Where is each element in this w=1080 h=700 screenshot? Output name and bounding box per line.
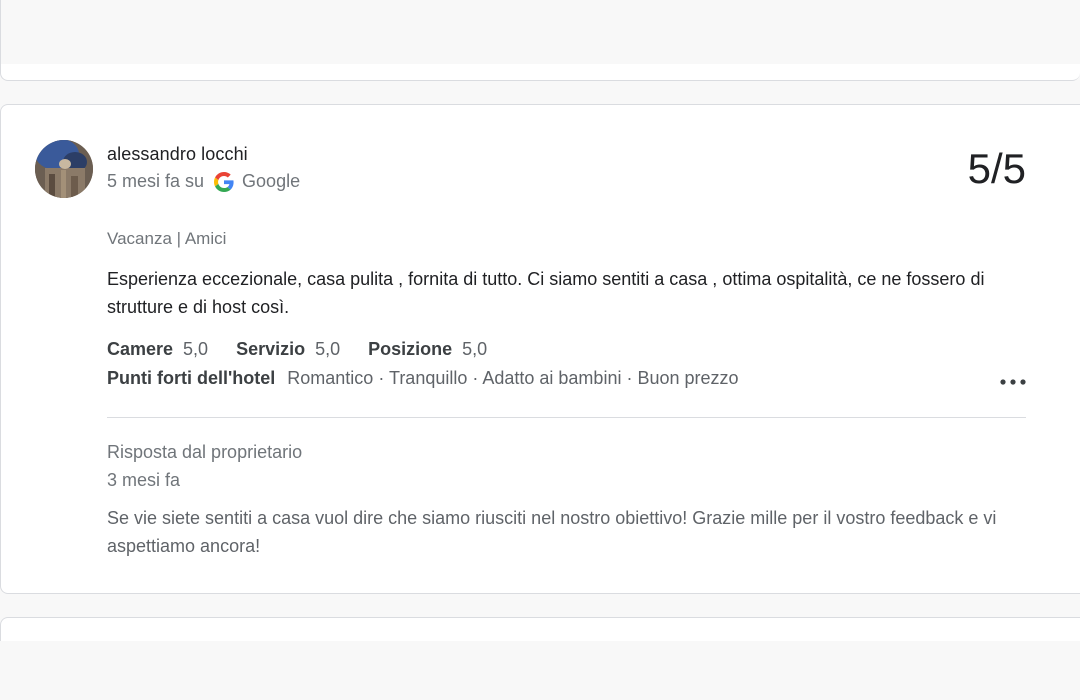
rating-value: 5,0 <box>462 339 488 359</box>
bottom-band <box>0 641 1080 700</box>
previous-review-card <box>0 0 1080 81</box>
rating-label: Posizione <box>368 339 453 359</box>
review-time: 5 mesi fa su <box>107 171 205 191</box>
review-text: Esperienza eccezionale, casa pulita , fo… <box>107 269 985 317</box>
top-band <box>1 0 1080 64</box>
rating-label: Servizio <box>236 339 306 359</box>
more-options-button[interactable] <box>998 371 1028 393</box>
highlights-label: Punti forti dell'hotel <box>107 368 276 388</box>
rating-value: 5,0 <box>315 339 341 359</box>
owner-response-text: Se vie siete sentiti a casa vuol dire ch… <box>107 508 997 556</box>
author-name[interactable]: alessandro locchi <box>107 144 248 165</box>
rating-camere: Camere 5,0 <box>107 339 208 360</box>
hotel-highlights: Punti forti dell'hotel Romantico · Tranqu… <box>107 368 739 389</box>
trip-type: Vacanza | Amici <box>107 229 227 248</box>
rating-posizione: Posizione 5,0 <box>368 339 487 360</box>
rating-value: 5,0 <box>183 339 209 359</box>
review-card: alessandro locchi 5 mesi fa su Google 5/… <box>0 104 1080 594</box>
owner-response-time: 3 mesi fa <box>107 470 181 490</box>
avatar[interactable] <box>35 140 93 198</box>
category-ratings: Camere 5,0 Servizio 5,0 Posizione 5,0 <box>107 339 515 360</box>
review-meta: 5 mesi fa su Google <box>107 171 300 192</box>
highlights-value: Romantico · Tranquillo · Adatto ai bambi… <box>287 368 739 388</box>
more-horizontal-icon <box>1000 379 1026 385</box>
google-icon <box>214 171 234 192</box>
divider <box>107 417 1026 418</box>
rating-servizio: Servizio 5,0 <box>236 339 340 360</box>
review-source: Google <box>242 171 301 191</box>
review-score: 5/5 <box>967 145 1026 192</box>
reviews-page: alessandro locchi 5 mesi fa su Google 5/… <box>0 0 1080 700</box>
owner-response-title: Risposta dal proprietario <box>107 442 303 462</box>
rating-label: Camere <box>107 339 174 359</box>
